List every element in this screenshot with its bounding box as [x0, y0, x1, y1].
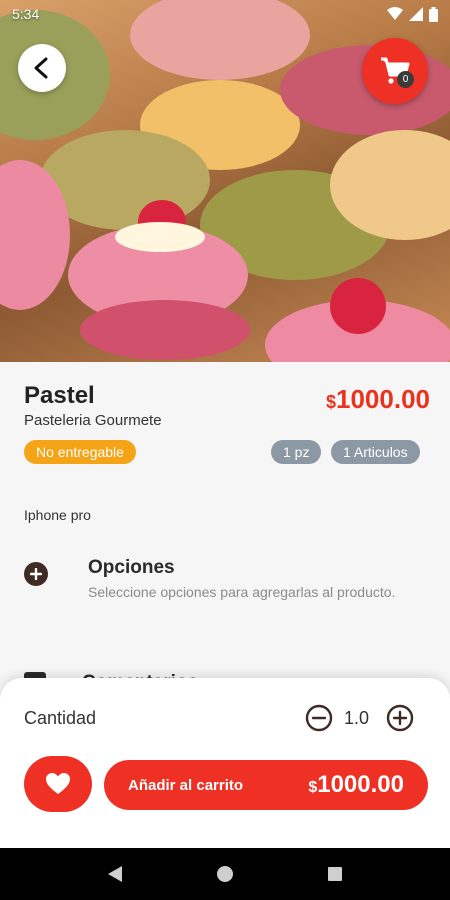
status-bar: 5:34	[0, 0, 450, 28]
add-to-cart-label: Añadir al carrito	[128, 776, 244, 794]
chevron-left-icon	[34, 57, 48, 79]
price-currency: $	[326, 392, 337, 412]
signal-icon	[409, 7, 423, 21]
plus-circle-icon	[386, 704, 414, 732]
product-note: Iphone pro	[24, 507, 91, 523]
pastry-shape	[330, 278, 386, 334]
add-option-icon[interactable]	[24, 562, 48, 586]
system-navigation-bar	[0, 848, 450, 900]
minus-circle-icon	[305, 704, 333, 732]
heart-icon	[46, 773, 70, 794]
back-button[interactable]	[18, 44, 66, 92]
options-description: Seleccione opciones para agregarlas al p…	[88, 584, 396, 600]
quantity-label: Cantidad	[24, 708, 97, 728]
battery-icon	[429, 6, 438, 22]
items-count-chip: 1 Articulos	[331, 440, 420, 464]
product-price: $1000.00	[326, 384, 430, 415]
increase-quantity-button[interactable]	[386, 704, 414, 737]
product-name: Pastel	[24, 382, 95, 409]
cart-count-badge: 0	[397, 71, 414, 88]
pastry-shape	[115, 222, 205, 252]
delivery-status-badge: No entregable	[24, 440, 136, 464]
decrease-quantity-button[interactable]	[305, 704, 333, 737]
store-name: Pasteleria Gourmete	[24, 412, 162, 429]
status-time: 5:34	[12, 6, 40, 22]
wifi-icon	[387, 7, 403, 20]
recents-square-icon[interactable]	[327, 866, 343, 882]
quantity-value: 1.0	[344, 708, 370, 728]
unit-chip: 1 pz	[271, 440, 322, 464]
favorite-button[interactable]	[24, 756, 92, 812]
add-to-cart-price: $1000.00	[308, 771, 404, 799]
product-image: 5:34 0	[0, 0, 450, 362]
options-title[interactable]: Opciones	[88, 557, 175, 579]
price-value: 1000.00	[336, 384, 430, 414]
plus-icon	[30, 568, 42, 580]
bottom-action-panel: Cantidad 1.0 Añadir al carrito $1000.00	[0, 678, 450, 848]
pastry-shape	[80, 300, 250, 360]
back-triangle-icon[interactable]	[107, 865, 123, 883]
add-to-cart-button[interactable]: Añadir al carrito $1000.00	[104, 760, 428, 810]
home-circle-icon[interactable]	[216, 865, 234, 883]
add-to-cart-amount: 1000.00	[317, 771, 404, 798]
cart-button[interactable]: 0	[362, 38, 428, 104]
add-to-cart-currency: $	[308, 779, 318, 796]
